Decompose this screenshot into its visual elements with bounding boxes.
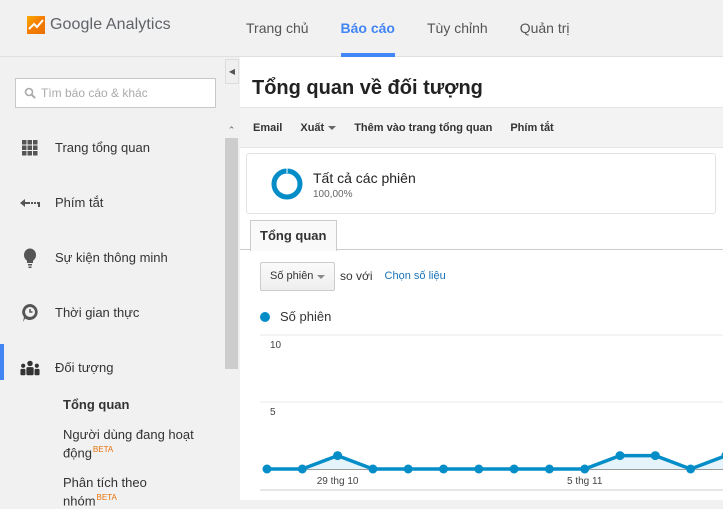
- caret-down-icon: [317, 274, 325, 279]
- sub-item-label: Tổng quan: [63, 397, 130, 412]
- legend-label: Số phiên: [280, 309, 332, 324]
- sidebar-item-label: Thời gian thực: [55, 305, 140, 320]
- x-tick-label: 5 thg 11: [567, 476, 603, 487]
- people-icon: [20, 358, 40, 378]
- shortcut-button[interactable]: Phím tắt: [510, 122, 553, 134]
- x-tick-label: 29 thg 10: [317, 476, 359, 487]
- data-point: [439, 464, 448, 474]
- sidebar-item-realtime[interactable]: Thời gian thực: [0, 285, 224, 340]
- add-to-dashboard-button[interactable]: Thêm vào trang tổng quan: [354, 122, 492, 134]
- search-icon: [24, 87, 36, 99]
- data-point: [333, 451, 343, 461]
- nav-customization[interactable]: Tùy chỉnh: [411, 0, 504, 57]
- data-point: [509, 464, 519, 474]
- sidebar-scrollbar[interactable]: ⌃: [224, 122, 239, 500]
- grid-icon: [20, 138, 40, 158]
- report-toolbar: Email Xuất Thêm vào trang tổng quan Phím…: [240, 107, 723, 148]
- y-tick-label: 10: [270, 340, 282, 351]
- data-point: [403, 464, 413, 474]
- caret-down-icon: [328, 125, 337, 130]
- report-tabs: Tổng quan: [240, 220, 723, 251]
- sidebar-item-label: Trang tổng quan: [55, 140, 150, 155]
- segment-percent: 100,00%: [313, 189, 353, 200]
- sub-item-active-users[interactable]: Người dùng đang hoạt độngBETA: [63, 427, 203, 460]
- metric-select[interactable]: Số phiên: [260, 261, 335, 291]
- nav-reports[interactable]: Báo cáo: [325, 0, 411, 57]
- chart-legend: Số phiên: [260, 309, 331, 324]
- chevron-up-icon[interactable]: ⌃: [224, 122, 239, 138]
- data-point: [650, 451, 660, 461]
- metric-selector-row: Số phiên so với Chọn số liệu: [260, 261, 446, 291]
- sidebar-item-dashboards[interactable]: Trang tổng quan: [0, 120, 224, 175]
- data-point: [544, 464, 554, 474]
- data-point: [474, 464, 484, 474]
- collapse-sidebar-button[interactable]: ◀: [225, 59, 239, 84]
- tab-overview[interactable]: Tổng quan: [250, 220, 337, 251]
- legend-dot: [260, 311, 270, 322]
- sidebar-item-label: Sự kiện thông minh: [55, 250, 168, 265]
- email-button[interactable]: Email: [253, 122, 282, 134]
- sub-item-label: Phân tích theo nhóm: [63, 475, 147, 509]
- brand-name: Google Analytics: [50, 16, 171, 33]
- sub-item-overview[interactable]: Tổng quan: [63, 397, 223, 412]
- chevron-left-icon: ◀: [228, 67, 236, 76]
- sidebar-item-label: Phím tắt: [55, 195, 104, 210]
- sidebar-item-intelligence-events[interactable]: Sự kiện thông minh: [0, 230, 224, 285]
- clock-icon: [20, 303, 40, 323]
- data-point: [262, 464, 272, 474]
- data-point: [580, 464, 590, 474]
- top-nav: Trang chủ Báo cáo Tùy chỉnh Quản trị: [230, 0, 586, 57]
- metric-select-value: Số phiên: [270, 270, 314, 282]
- choose-metric-link[interactable]: Chọn số liệu: [385, 270, 446, 282]
- google-analytics-logo[interactable]: Google Analytics: [27, 16, 171, 34]
- analytics-logo-icon: [27, 16, 45, 34]
- page-title: Tổng quan về đối tượng: [252, 77, 483, 99]
- audience-sub-nav: Tổng quan Người dùng đang hoạt độngBETA …: [63, 395, 223, 509]
- versus-label: so với: [340, 269, 373, 283]
- sub-item-cohort-analysis[interactable]: Phân tích theo nhómBETA: [63, 475, 163, 508]
- sidebar-item-audience[interactable]: Đối tượng: [0, 340, 224, 395]
- nav-admin[interactable]: Quản trị: [504, 0, 586, 57]
- shortcut-arrow-icon: [20, 193, 40, 213]
- segment-name: Tất cả các phiên: [313, 170, 416, 186]
- top-bar: Google Analytics Trang chủ Báo cáo Tùy c…: [0, 0, 723, 57]
- report-search[interactable]: [15, 78, 216, 108]
- sessions-line-chart[interactable]: 5 10 29 thg 10 5 thg 11: [240, 327, 723, 500]
- sidebar-item-label: Đối tượng: [55, 360, 114, 375]
- nav-home[interactable]: Trang chủ: [230, 0, 325, 57]
- export-label: Xuất: [300, 121, 325, 134]
- segment-donut-icon: [271, 168, 303, 200]
- sidebar-nav: Trang tổng quan Phím tắt Sự kiện thông m…: [0, 120, 224, 395]
- data-point: [368, 464, 378, 474]
- sidebar-item-shortcuts[interactable]: Phím tắt: [0, 175, 224, 230]
- export-dropdown[interactable]: Xuất: [300, 121, 337, 134]
- segment-card[interactable]: Tất cả các phiên 100,00%: [246, 153, 716, 214]
- sidebar: Trang tổng quan Phím tắt Sự kiện thông m…: [0, 57, 224, 509]
- report-main: Tổng quan về đối tượng Email Xuất Thêm v…: [240, 57, 723, 500]
- lightbulb-icon: [20, 248, 40, 268]
- sub-item-label: Người dùng đang hoạt động: [63, 427, 194, 461]
- data-point: [297, 464, 307, 474]
- scrollbar-thumb[interactable]: [225, 138, 238, 369]
- beta-badge: BETA: [96, 493, 117, 503]
- data-point: [615, 451, 625, 461]
- data-point: [686, 464, 696, 474]
- search-input[interactable]: [41, 86, 211, 100]
- beta-badge: BETA: [92, 445, 114, 454]
- y-tick-label: 5: [270, 407, 276, 418]
